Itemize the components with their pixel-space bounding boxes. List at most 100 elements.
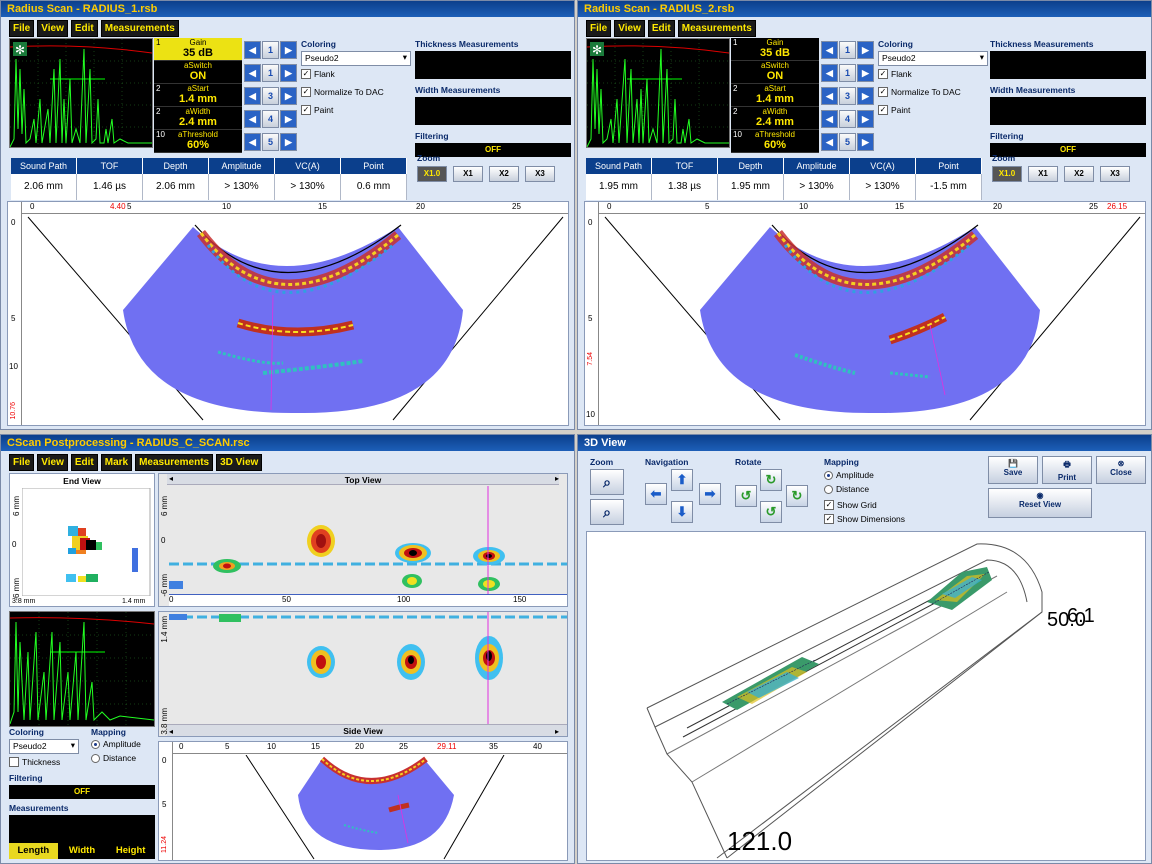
menu-3d-view[interactable]: 3D View <box>216 454 263 471</box>
menu-edit[interactable]: Edit <box>647 20 675 37</box>
bscan-view[interactable]: 0 5 10 15 20 25 35 40 29.11 0 5 11.24 <box>158 741 568 861</box>
param-gain[interactable]: 1 Gain 35 dB <box>731 38 819 61</box>
show-dimensions-checkbox[interactable]: ✓ Show Dimensions <box>824 514 905 524</box>
flank-checkbox[interactable]: ✓ Flank <box>878 69 988 79</box>
param-2-button[interactable]: 1 <box>839 63 856 82</box>
param-4-button[interactable]: 4 <box>839 109 856 128</box>
zoom-x3-button[interactable]: X3 <box>525 166 555 182</box>
top-view-panel[interactable]: ◂ ▸ Top View 6 mm 0 -6 mm 0 50 100 150 <box>158 473 568 607</box>
arrow-right-button[interactable]: ▶ <box>857 40 874 59</box>
param-3-button[interactable]: 3 <box>839 86 856 105</box>
normalize-checkbox[interactable]: ✓ Normalize To DAC <box>878 87 988 97</box>
param-awidth[interactable]: 2 aWidth 2.4 mm <box>731 107 819 130</box>
ascan-display[interactable] <box>9 611 155 727</box>
arrow-left-button[interactable]: ◀ <box>244 109 261 128</box>
tab-height[interactable]: Height <box>106 843 155 859</box>
arrow-left-button[interactable]: ◀ <box>244 132 261 151</box>
rotate-left-button[interactable]: ↺ <box>735 485 757 507</box>
nav-left-button[interactable]: ⬅ <box>645 483 667 505</box>
arrow-right-button[interactable]: ▶ <box>280 109 297 128</box>
menu-edit[interactable]: Edit <box>70 454 98 471</box>
arrow-right-button[interactable]: ▶ <box>857 109 874 128</box>
param-aswitch[interactable]: aSwitch ON <box>154 61 242 84</box>
arrow-right-button[interactable]: ▶ <box>280 63 297 82</box>
show-grid-checkbox[interactable]: ✓ Show Grid <box>824 500 905 510</box>
amplitude-radio[interactable]: Amplitude <box>91 739 141 749</box>
param-5-button[interactable]: 5 <box>262 132 279 151</box>
zoom-in-button[interactable]: ⌕ <box>590 469 624 495</box>
distance-radio[interactable]: Distance <box>824 484 905 494</box>
arrow-left-button[interactable]: ◀ <box>244 86 261 105</box>
arrow-left-button[interactable]: ◀ <box>821 40 838 59</box>
rotate-up-button[interactable]: ↻ <box>760 469 782 491</box>
zoom-x3-button[interactable]: X3 <box>1100 166 1130 182</box>
tab-width[interactable]: Width <box>58 843 107 859</box>
param-athreshold[interactable]: 10 aThreshold 60% <box>154 130 242 153</box>
nav-down-button[interactable]: ⬇ <box>671 501 693 523</box>
menu-file[interactable]: File <box>586 20 612 37</box>
param-astart[interactable]: 2 aStart 1.4 mm <box>154 84 242 107</box>
end-view-panel[interactable]: End View 6 mm 0 -6 mm 3.8 mm 1.4 mm <box>9 473 155 607</box>
coloring-select[interactable]: Pseudo2 <box>878 51 988 66</box>
menu-measurements[interactable]: Measurements <box>677 20 756 37</box>
menu-view[interactable]: View <box>614 20 645 37</box>
amplitude-radio[interactable]: Amplitude <box>824 470 905 480</box>
param-1-button[interactable]: 1 <box>839 40 856 59</box>
menu-file[interactable]: File <box>9 20 35 37</box>
bscan-view[interactable]: 0 5 10 15 20 25 4.40 0 5 10 10.76 <box>7 201 569 426</box>
zoom-x1-0-button[interactable]: X1.0 <box>992 166 1022 182</box>
menu-measurements[interactable]: Measurements <box>135 454 214 471</box>
param-3-button[interactable]: 3 <box>262 86 279 105</box>
3d-viewport[interactable]: 50.0 6.1 121.0 <box>586 531 1146 861</box>
zoom-out-button[interactable]: ⌕ <box>590 499 624 525</box>
zoom-x2-button[interactable]: X2 <box>1064 166 1094 182</box>
tab-length[interactable]: Length <box>9 843 58 859</box>
ascan-display[interactable]: ✻ <box>9 38 153 148</box>
normalize-checkbox[interactable]: ✓ Normalize To DAC <box>301 87 411 97</box>
flank-checkbox[interactable]: ✓ Flank <box>301 69 411 79</box>
rotate-down-button[interactable]: ↺ <box>760 501 782 523</box>
param-4-button[interactable]: 4 <box>262 109 279 128</box>
arrow-right-button[interactable]: ▶ <box>280 86 297 105</box>
paint-checkbox[interactable]: ✓ Paint <box>878 105 988 115</box>
param-5-button[interactable]: 5 <box>839 132 856 151</box>
arrow-right-button[interactable]: ▶ <box>857 63 874 82</box>
param-awidth[interactable]: 2 aWidth 2.4 mm <box>154 107 242 130</box>
menu-view[interactable]: View <box>37 454 68 471</box>
menu-mark[interactable]: Mark <box>100 454 133 471</box>
ascan-display[interactable]: ✻ <box>586 38 730 148</box>
nav-right-button[interactable]: ➡ <box>699 483 721 505</box>
arrow-left-button[interactable]: ◀ <box>821 132 838 151</box>
param-gain[interactable]: 1 Gain 35 dB <box>154 38 242 61</box>
param-aswitch[interactable]: aSwitch ON <box>731 61 819 84</box>
side-view-panel[interactable]: 1.4 mm 3.8 mm ◂ ▸ Side View <box>158 611 568 737</box>
arrow-left-button[interactable]: ◀ <box>821 109 838 128</box>
arrow-right-button[interactable]: ▶ <box>280 132 297 151</box>
coloring-select[interactable]: Pseudo2 <box>301 51 411 66</box>
arrow-right-button[interactable]: ▶ <box>280 40 297 59</box>
zoom-x1-button[interactable]: X1 <box>1028 166 1058 182</box>
rotate-right-button[interactable]: ↻ <box>786 485 808 507</box>
paint-checkbox[interactable]: ✓ Paint <box>301 105 411 115</box>
menu-file[interactable]: File <box>9 454 35 471</box>
bscan-view[interactable]: 0 5 10 15 20 25 26.15 0 5 10 7.54 <box>584 201 1146 426</box>
nav-up-button[interactable]: ⬆ <box>671 469 693 491</box>
zoom-x1-0-button[interactable]: X1.0 <box>417 166 447 182</box>
menu-view[interactable]: View <box>37 20 68 37</box>
close-button[interactable]: ⊗ Close <box>1096 456 1146 484</box>
param-astart[interactable]: 2 aStart 1.4 mm <box>731 84 819 107</box>
param-athreshold[interactable]: 10 aThreshold 60% <box>731 130 819 153</box>
menu-measurements[interactable]: Measurements <box>100 20 179 37</box>
save-button[interactable]: 💾 Save <box>988 456 1038 484</box>
print-button[interactable]: 🖶 Print <box>1042 456 1092 484</box>
arrow-right-button[interactable]: ▶ <box>857 132 874 151</box>
arrow-right-button[interactable]: ▶ <box>857 86 874 105</box>
filter-value[interactable]: OFF <box>9 785 155 799</box>
arrow-left-button[interactable]: ◀ <box>821 86 838 105</box>
coloring-select[interactable]: Pseudo2 <box>9 739 79 754</box>
arrow-left-button[interactable]: ◀ <box>244 63 261 82</box>
arrow-left-button[interactable]: ◀ <box>244 40 261 59</box>
distance-radio[interactable]: Distance <box>91 753 141 763</box>
menu-edit[interactable]: Edit <box>70 20 98 37</box>
param-2-button[interactable]: 1 <box>262 63 279 82</box>
